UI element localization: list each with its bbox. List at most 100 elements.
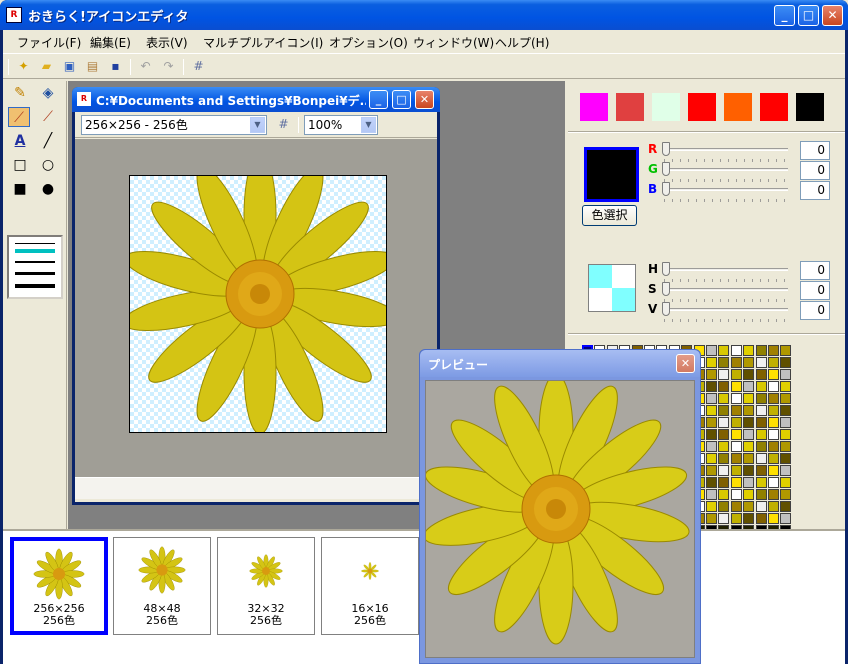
palette-cell[interactable] — [768, 441, 779, 452]
palette-cell[interactable] — [730, 345, 742, 356]
palette-cell[interactable] — [730, 417, 742, 428]
undo-icon[interactable]: ↶ — [137, 58, 154, 75]
palette-cell[interactable] — [706, 393, 717, 404]
preview-close-button[interactable]: ✕ — [676, 354, 695, 373]
palette-cell[interactable] — [730, 405, 742, 416]
ellipse-filled-icon[interactable]: ● — [37, 179, 59, 199]
palette-cell[interactable] — [780, 393, 792, 404]
size-combo[interactable]: 256×256 - 256色 ▼ — [81, 115, 267, 135]
palette-cell[interactable] — [755, 465, 767, 476]
palette-cell[interactable] — [780, 441, 792, 452]
current-color[interactable] — [584, 147, 639, 202]
palette-cell[interactable] — [780, 345, 792, 356]
palette-cell[interactable] — [706, 381, 717, 392]
h-slider[interactable] — [662, 262, 670, 276]
thumb-48[interactable]: 48×48 256色 — [113, 537, 211, 635]
palette-cell[interactable] — [706, 369, 717, 380]
palette-cell[interactable] — [706, 477, 717, 488]
thumb-32[interactable]: 32×32 256色 — [217, 537, 315, 635]
palette-cell[interactable] — [768, 501, 779, 512]
palette-cell[interactable] — [718, 477, 730, 488]
palette-cell[interactable] — [768, 429, 779, 440]
palette-cell[interactable] — [718, 405, 730, 416]
palette-cell[interactable] — [718, 429, 730, 440]
palette-cell[interactable] — [718, 453, 730, 464]
palette-cell[interactable] — [706, 489, 717, 500]
menu-window[interactable]: ウィンドウ(W) — [413, 34, 494, 51]
palette-cell[interactable] — [718, 513, 730, 524]
palette-cell[interactable] — [755, 429, 767, 440]
line-width-selector[interactable] — [7, 235, 63, 299]
palette-cell[interactable] — [743, 417, 755, 428]
palette-cell[interactable] — [743, 345, 755, 356]
paste-icon[interactable]: ▤ — [84, 58, 101, 75]
rect-outline-icon[interactable]: □ — [9, 155, 31, 175]
open-folder-icon[interactable]: ▰ — [38, 58, 55, 75]
b-value[interactable]: 0 — [800, 181, 830, 200]
palette-cell[interactable] — [768, 369, 779, 380]
palette-cell[interactable] — [768, 405, 779, 416]
edit-canvas[interactable] — [129, 175, 387, 433]
image-icon[interactable]: ▣ — [61, 58, 78, 75]
palette-cell[interactable] — [706, 429, 717, 440]
palette-cell[interactable] — [706, 405, 717, 416]
palette-cell[interactable] — [718, 369, 730, 380]
palette-cell[interactable] — [780, 501, 792, 512]
palette-cell[interactable] — [780, 357, 792, 368]
menu-view[interactable]: 表示(V) — [146, 34, 188, 51]
palette-cell[interactable] — [730, 513, 742, 524]
r-value[interactable]: 0 — [800, 141, 830, 160]
dropper-icon[interactable]: ⟋ — [8, 107, 30, 127]
rect-filled-icon[interactable]: ■ — [9, 179, 31, 199]
redo-icon[interactable]: ↷ — [160, 58, 177, 75]
s-slider[interactable] — [662, 282, 670, 296]
thumb-256[interactable]: 256×256 256色 — [10, 537, 108, 635]
transparent-color-indicator[interactable] — [588, 264, 636, 312]
palette-cell[interactable] — [706, 465, 717, 476]
palette-cell[interactable] — [780, 477, 792, 488]
palette-cell[interactable] — [706, 357, 717, 368]
swatch-3[interactable] — [688, 93, 716, 121]
palette-cell[interactable] — [718, 489, 730, 500]
palette-cell[interactable] — [780, 369, 792, 380]
palette-cell[interactable] — [768, 381, 779, 392]
r-slider[interactable] — [662, 142, 670, 156]
palette-cell[interactable] — [768, 465, 779, 476]
palette-cell[interactable] — [743, 381, 755, 392]
doc-maximize-button[interactable]: □ — [392, 90, 411, 109]
g-value[interactable]: 0 — [800, 161, 830, 180]
palette-cell[interactable] — [718, 501, 730, 512]
palette-cell[interactable] — [755, 501, 767, 512]
palette-cell[interactable] — [730, 501, 742, 512]
doc-close-button[interactable]: ✕ — [415, 90, 434, 109]
palette-cell[interactable] — [706, 441, 717, 452]
ellipse-outline-icon[interactable]: ○ — [37, 155, 59, 175]
palette-cell[interactable] — [730, 369, 742, 380]
palette-cell[interactable] — [768, 417, 779, 428]
palette-cell[interactable] — [718, 441, 730, 452]
palette-cell[interactable] — [743, 369, 755, 380]
menu-multiple-icon[interactable]: マルチプルアイコン(I) — [203, 34, 323, 51]
palette-cell[interactable] — [730, 489, 742, 500]
palette-cell[interactable] — [780, 381, 792, 392]
palette-cell[interactable] — [743, 501, 755, 512]
menu-help[interactable]: ヘルプ(H) — [495, 34, 549, 51]
color-select-button[interactable]: 色選択 — [582, 205, 637, 226]
palette-cell[interactable] — [780, 513, 792, 524]
menu-file[interactable]: ファイル(F) — [17, 34, 81, 51]
v-slider[interactable] — [662, 302, 670, 316]
text-tool-icon[interactable]: A — [9, 131, 31, 151]
title-bar[interactable]: R おきらく!アイコンエディタ _ □ ✕ — [0, 0, 848, 30]
document-title-bar[interactable]: R C:¥Documents and Settings¥Bonpei¥デ... … — [72, 87, 440, 112]
line-tool-icon[interactable]: ╱ — [37, 131, 59, 151]
palette-cell[interactable] — [780, 453, 792, 464]
palette-cell[interactable] — [755, 405, 767, 416]
s-value[interactable]: 0 — [800, 281, 830, 300]
maximize-button[interactable]: □ — [798, 5, 819, 26]
g-slider[interactable] — [662, 162, 670, 176]
swatch-0[interactable] — [580, 93, 608, 121]
palette-cell[interactable] — [730, 477, 742, 488]
palette-cell[interactable] — [780, 465, 792, 476]
palette-cell[interactable] — [743, 393, 755, 404]
pencil-icon[interactable]: ✎ — [9, 83, 31, 103]
